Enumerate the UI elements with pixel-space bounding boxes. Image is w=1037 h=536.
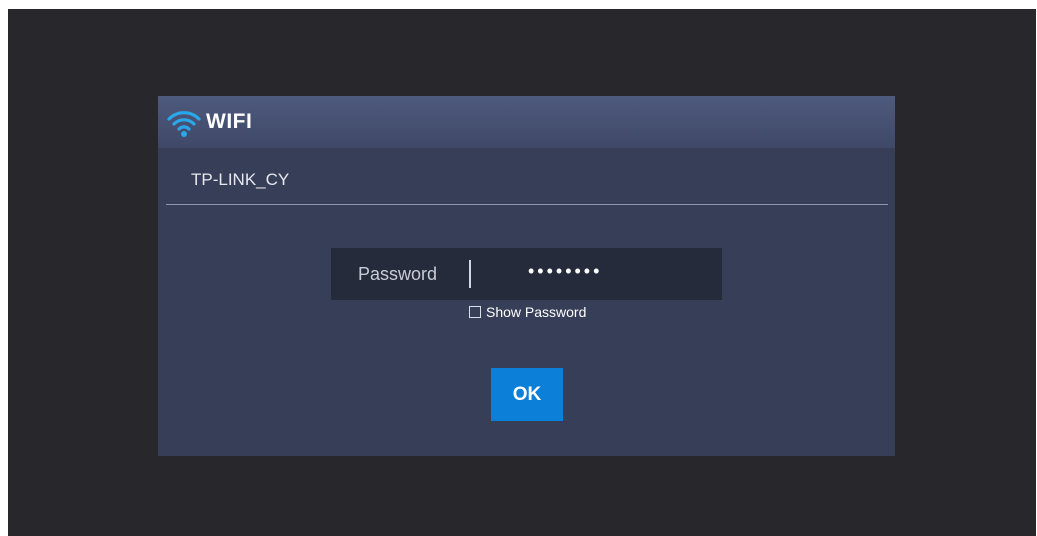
text-caret	[469, 260, 471, 288]
password-value[interactable]: ••••••••	[528, 261, 602, 282]
show-password-toggle[interactable]: Show Password	[469, 304, 586, 320]
network-name: TP-LINK_CY	[191, 170, 290, 189]
dialog-title-bar: WIFI	[158, 96, 895, 148]
divider	[166, 204, 888, 205]
password-field[interactable]: Password ••••••••	[331, 248, 722, 300]
show-password-checkbox[interactable]	[469, 306, 481, 318]
dialog-title: WIFI	[206, 110, 253, 133]
device-screen: WIFI TP-LINK_CY Password •••••••• Show P…	[8, 9, 1036, 536]
wifi-password-dialog: WIFI TP-LINK_CY Password •••••••• Show P…	[158, 96, 895, 456]
show-password-label: Show Password	[486, 304, 587, 320]
ok-button[interactable]: OK	[491, 368, 563, 421]
wifi-icon	[167, 111, 201, 137]
password-label: Password	[358, 264, 438, 284]
